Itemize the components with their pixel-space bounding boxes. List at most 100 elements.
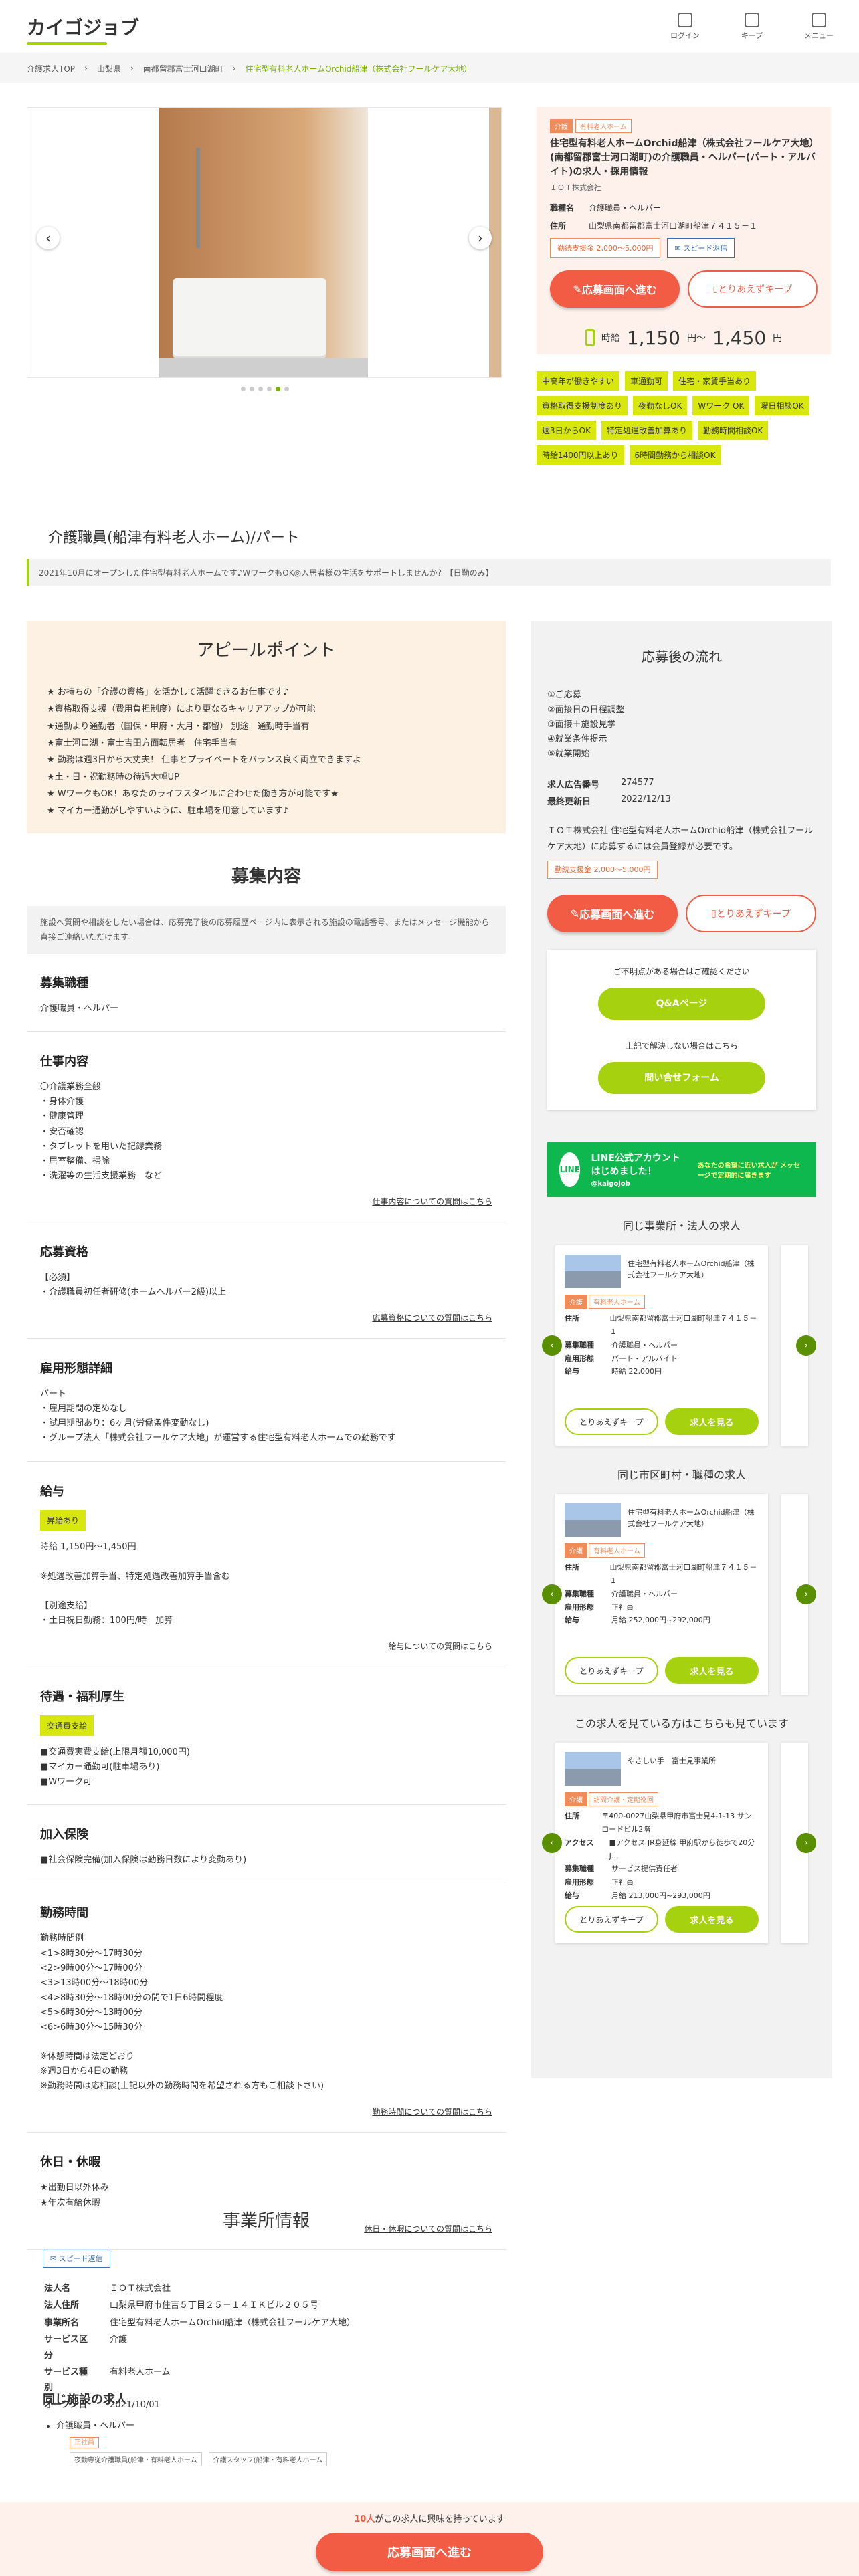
feature-chip[interactable]: Wワーク OK [692,396,750,415]
flow-step: ⑤就業開始 [547,749,590,760]
detail-label: 給与 [565,1616,579,1625]
feature-chip[interactable]: 6時間勤務から相談OK [629,445,721,465]
feature-chip[interactable]: 勤務時間相談OK [697,421,769,440]
feature-chip[interactable]: 特定処遇改善加算あり [601,421,692,440]
line-note: あなたの希望に近い求人が メッセージで定期的に届きます [697,1162,801,1180]
job-card-tags: 介護 有料老人ホーム [565,1543,645,1558]
wage-display: 時給 1,150 円～ 1,450 円 [537,321,831,354]
feature-chip[interactable]: 車通勤可 [625,371,668,391]
card-keep-button[interactable]: とりあえずキープ [565,1657,658,1685]
detail-label: 住所 [565,1563,579,1572]
role-value: 介護職員・ヘルパー [589,203,662,213]
block-line: 時給 1,150円～1,450円 [40,1541,136,1552]
detail-label: 募集職種 [565,1589,594,1598]
feature-chip[interactable]: 曜日相談OK [755,396,809,415]
carousel-next-button[interactable]: › [796,1335,816,1356]
job-card-tag: 訪問介護・定期巡回 [589,1792,658,1807]
line-banner[interactable]: LINE LINE公式アカウント はじめました！ @kaigojob あなたの希望… [547,1142,816,1198]
card-keep-button[interactable]: とりあえずキープ [565,1408,658,1436]
site-logo[interactable]: カイゴジョブ [27,13,139,45]
breadcrumb-item[interactable]: 介護求人TOP [27,63,75,74]
detail-row: 住所 山梨県南都留郡富士河口湖町船津７４１５－１ [565,1312,759,1339]
feature-chip[interactable]: 夜勤なしOK [633,396,688,415]
breadcrumb-item[interactable]: 南都留郡富士河口湖町 [143,63,223,74]
job-card[interactable]: 住宅型有料老人ホームOrchid船津（株式会社フールケア大地） 介護 有料老人ホーム… [555,1245,768,1446]
feature-chip[interactable]: 資格取得支援制度あり [537,396,628,415]
apply-button[interactable]: ✎ 応募画面へ進む [550,270,680,308]
appeal-title: アピールポイント [196,641,336,661]
gallery-dot-active[interactable] [276,387,280,391]
sidebar-apply-button[interactable]: ✎ 応募画面へ進む [547,895,678,933]
question-link[interactable]: 応募資格についての質問はこちら [40,1312,492,1323]
block-line [40,1584,492,1599]
block-line [40,2035,492,2050]
appeal-line: ★ WワークもOK！あなたのライフスタイルに合わせた働き方が可能です★ [47,789,339,800]
gallery-dot[interactable] [284,387,289,391]
related-job-link[interactable]: 夜勤専従介護職員(船津・有料老人ホーム [70,2452,202,2466]
flow-title: 応募後の流れ [642,649,722,665]
keep-job-button[interactable]: ▯ とりあえずキープ [687,270,818,308]
detail-row: 給与 月給 213,000円~293,000円 [565,1889,759,1903]
breadcrumb-item[interactable]: 山梨県 [97,63,121,74]
question-link[interactable]: 勤務時間についての質問はこちら [40,2106,492,2117]
job-thumbnail [565,1752,621,1786]
feature-chip[interactable]: 週3日からOK [537,421,596,440]
question-link[interactable]: 仕事内容についての質問はこちら [40,1196,492,1207]
login-button[interactable]: ログイン [665,12,705,41]
office-row: 法人名 ＩＯＴ株式会社 [44,2281,369,2296]
job-card[interactable]: やさしい手 富士見事業所 介護 訪問介護・定期巡回 住所 〒400-0027山梨県甲府市… [555,1743,768,1944]
feature-chip[interactable]: 住宅・家賃手当あり [673,371,757,391]
appeal-section: アピールポイント ★ お持ちの「介護の資格」を活かして活躍できるお仕事です♪ ★… [27,621,506,833]
gallery-dot[interactable] [241,387,246,391]
keep-button[interactable]: キープ [732,12,772,41]
similar-jobs: 同じ事業所・法人の求人 住宅型有料老人ホームOrchid船津（株式会社フールケア大… [542,1217,816,1944]
office-row: サービス区分 介護 [44,2332,369,2363]
sticky-footer: 10人がこの求人に興味を持っています 応募画面へ進む [0,2502,859,2576]
feature-chip[interactable]: 中高年が働きやすい [537,371,620,391]
carousel-next-button[interactable]: › [796,1584,816,1605]
card-keep-button[interactable]: とりあえずキープ [565,1906,658,1933]
card-view-button[interactable]: 求人を見る [665,1906,759,1933]
job-card-buttons: とりあえずキープ 求人を見る [565,1408,759,1436]
help-box: ご不明点がある場合はご確認ください Q&Aページ 上記で解決しない場合はこちら … [547,950,816,1111]
detail-row: 給与 月給 252,000円~292,000円 [565,1614,759,1627]
feature-chips: 中高年が働きやすい 車通勤可 住宅・家賃手当あり 資格取得支援制度あり 夜勤なし… [537,371,831,465]
detail-value: 介護職員・ヘルパー [611,1340,678,1350]
feature-chip[interactable]: 時給1400円以上あり [537,445,624,465]
flow-step: ④就業条件提示 [547,734,607,745]
gallery-dot[interactable] [267,387,272,391]
block-line: ※週3日から4日の勤務 [40,2066,128,2077]
menu-button[interactable]: メニュー [799,12,839,41]
detail-value: 月給 213,000円~293,000円 [611,1891,710,1901]
breadcrumb-current: 住宅型有料老人ホームOrchid船津（株式会社フールケア大地） [245,64,472,74]
appeal-line: ★富士河口湖・富士吉田方面転居者 住宅手当有 [47,738,237,749]
gallery-prev-button[interactable]: ‹ [37,227,60,249]
footer-apply-button[interactable]: 応募画面へ進む [316,2533,543,2571]
job-card[interactable]: 住宅型有料老人ホームOrchid船津（株式会社フールケア大地） 介護 有料老人ホーム… [555,1494,768,1695]
page-title: 介護職員(船津有料老人ホーム)/パート [48,530,300,546]
block-heading: 仕事内容 [40,1055,88,1069]
photo-gallery[interactable]: ‹ › [27,107,502,378]
register-note: ＩＯＴ株式会社 住宅型有料老人ホームOrchid船津（株式会社フールケア大地）に… [547,826,814,852]
contact-form-button[interactable]: 問い合せフォーム [598,1062,765,1095]
same-facility-item[interactable]: 介護職員・ヘルパー [56,2418,490,2431]
detail-value: 正社員 [611,1878,634,1887]
gallery-dot[interactable] [258,387,263,391]
sidebar-keep-button[interactable]: ▯ とりあえずキープ [685,895,816,933]
block-heading: 給与 [40,1484,64,1499]
similar-carousel: 住宅型有料老人ホームOrchid船津（株式会社フールケア大地） 介護 有料老人ホーム… [542,1245,816,1446]
question-link[interactable]: 給与についての質問はこちら [40,1640,492,1652]
card-view-button[interactable]: 求人を見る [665,1408,759,1436]
recruit-block: 募集職種 介護職員・ヘルパー [27,954,506,1033]
carousel-next-button[interactable]: › [796,1833,816,1854]
help-question: 上記で解決しない場合はこちら [625,1041,738,1051]
card-view-button[interactable]: 求人を見る [665,1657,759,1685]
qa-page-button[interactable]: Q&Aページ [598,988,765,1021]
block-line: <6>6時30分～15時30分 [40,2022,142,2032]
related-job-link[interactable]: 介護スタッフ(船津・有料老人ホーム [208,2452,328,2466]
gallery-next-button[interactable]: › [469,227,492,249]
detail-label: アクセス [565,1838,594,1847]
gallery-dot[interactable] [250,387,254,391]
wage-from: 1,150 [626,326,680,349]
job-card-buttons: とりあえずキープ 求人を見る [565,1906,759,1933]
